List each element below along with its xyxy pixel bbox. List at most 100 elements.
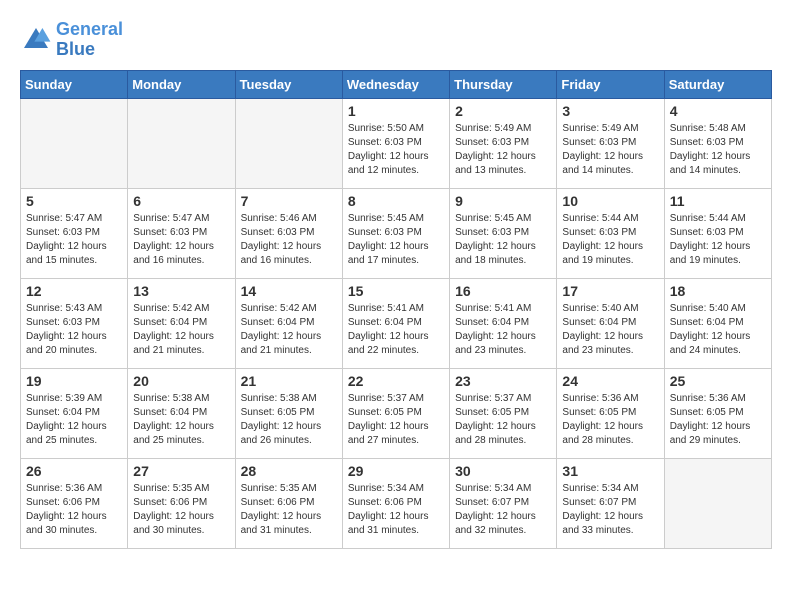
day-info: Sunrise: 5:42 AM Sunset: 6:04 PM Dayligh… <box>133 302 229 358</box>
day-number: 26 <box>26 463 122 479</box>
calendar-cell: 24Sunrise: 5:36 AM Sunset: 6:05 PM Dayli… <box>557 368 664 458</box>
weekday-header: Friday <box>557 70 664 98</box>
logo-icon <box>20 24 52 56</box>
calendar-week-row: 26 Sunrise: 5:36 AM Sunset: 6:06 PM Dayli… <box>21 458 772 548</box>
day-info: Sunrise: 5:41 AM Sunset: 6:04 PM Dayligh… <box>455 302 551 358</box>
calendar-cell: 3Sunrise: 5:49 AM Sunset: 6:03 PM Daylig… <box>557 98 664 188</box>
day-number: 14 <box>241 283 337 299</box>
day-info: Sunrise: 5:37 AM Sunset: 6:05 PM Dayligh… <box>348 392 444 448</box>
day-number: 31 <box>562 463 658 479</box>
day-number: 3 <box>562 103 658 119</box>
calendar-cell: 13 Sunrise: 5:42 AM Sunset: 6:04 PM Dayli… <box>128 278 235 368</box>
calendar-week-row: 19 Sunrise: 5:39 AM Sunset: 6:04 PM Dayli… <box>21 368 772 458</box>
calendar-cell: 22 Sunrise: 5:37 AM Sunset: 6:05 PM Dayli… <box>342 368 449 458</box>
day-number: 23 <box>455 373 551 389</box>
day-number: 2 <box>455 103 551 119</box>
day-info: Sunrise: 5:34 AM Sunset: 6:06 PM Dayligh… <box>348 482 444 538</box>
calendar-cell: 18 Sunrise: 5:40 AM Sunset: 6:04 PM Dayli… <box>664 278 771 368</box>
day-number: 17 <box>562 283 658 299</box>
page-header: GeneralBlue <box>20 20 772 60</box>
day-number: 22 <box>348 373 444 389</box>
day-info: Sunrise: 5:38 AM Sunset: 6:05 PM Dayligh… <box>241 392 337 448</box>
day-info: Sunrise: 5:49 AM Sunset: 6:03 PM Dayligh… <box>455 122 551 178</box>
day-info: Sunrise: 5:36 AM Sunset: 6:05 PM Dayligh… <box>670 392 766 448</box>
logo: GeneralBlue <box>20 20 123 60</box>
day-number: 27 <box>133 463 229 479</box>
day-number: 28 <box>241 463 337 479</box>
day-info: Sunrise: 5:43 AM Sunset: 6:03 PM Dayligh… <box>26 302 122 358</box>
calendar-week-row: 12Sunrise: 5:43 AM Sunset: 6:03 PM Dayli… <box>21 278 772 368</box>
day-number: 21 <box>241 373 337 389</box>
calendar-cell: 1Sunrise: 5:50 AM Sunset: 6:03 PM Daylig… <box>342 98 449 188</box>
day-info: Sunrise: 5:34 AM Sunset: 6:07 PM Dayligh… <box>562 482 658 538</box>
day-number: 20 <box>133 373 229 389</box>
day-number: 5 <box>26 193 122 209</box>
logo-text: GeneralBlue <box>56 20 123 60</box>
calendar-week-row: 1Sunrise: 5:50 AM Sunset: 6:03 PM Daylig… <box>21 98 772 188</box>
day-info: Sunrise: 5:36 AM Sunset: 6:05 PM Dayligh… <box>562 392 658 448</box>
calendar-cell: 25Sunrise: 5:36 AM Sunset: 6:05 PM Dayli… <box>664 368 771 458</box>
calendar-cell: 15 Sunrise: 5:41 AM Sunset: 6:04 PM Dayli… <box>342 278 449 368</box>
day-number: 19 <box>26 373 122 389</box>
day-info: Sunrise: 5:45 AM Sunset: 6:03 PM Dayligh… <box>348 212 444 268</box>
day-number: 13 <box>133 283 229 299</box>
day-number: 15 <box>348 283 444 299</box>
day-info: Sunrise: 5:40 AM Sunset: 6:04 PM Dayligh… <box>562 302 658 358</box>
calendar-cell: 31 Sunrise: 5:34 AM Sunset: 6:07 PM Dayli… <box>557 458 664 548</box>
calendar-cell: 7 Sunrise: 5:46 AM Sunset: 6:03 PM Daylig… <box>235 188 342 278</box>
calendar-cell: 16 Sunrise: 5:41 AM Sunset: 6:04 PM Dayli… <box>450 278 557 368</box>
weekday-header: Tuesday <box>235 70 342 98</box>
calendar-cell: 4Sunrise: 5:48 AM Sunset: 6:03 PM Daylig… <box>664 98 771 188</box>
calendar-cell <box>21 98 128 188</box>
day-info: Sunrise: 5:48 AM Sunset: 6:03 PM Dayligh… <box>670 122 766 178</box>
day-info: Sunrise: 5:36 AM Sunset: 6:06 PM Dayligh… <box>26 482 122 538</box>
calendar-cell <box>664 458 771 548</box>
calendar-cell: 29Sunrise: 5:34 AM Sunset: 6:06 PM Dayli… <box>342 458 449 548</box>
day-number: 10 <box>562 193 658 209</box>
day-info: Sunrise: 5:50 AM Sunset: 6:03 PM Dayligh… <box>348 122 444 178</box>
calendar-cell: 8 Sunrise: 5:45 AM Sunset: 6:03 PM Daylig… <box>342 188 449 278</box>
day-info: Sunrise: 5:39 AM Sunset: 6:04 PM Dayligh… <box>26 392 122 448</box>
day-number: 30 <box>455 463 551 479</box>
day-info: Sunrise: 5:45 AM Sunset: 6:03 PM Dayligh… <box>455 212 551 268</box>
day-info: Sunrise: 5:34 AM Sunset: 6:07 PM Dayligh… <box>455 482 551 538</box>
calendar-week-row: 5 Sunrise: 5:47 AM Sunset: 6:03 PM Daylig… <box>21 188 772 278</box>
day-info: Sunrise: 5:47 AM Sunset: 6:03 PM Dayligh… <box>26 212 122 268</box>
day-number: 11 <box>670 193 766 209</box>
day-info: Sunrise: 5:40 AM Sunset: 6:04 PM Dayligh… <box>670 302 766 358</box>
day-info: Sunrise: 5:47 AM Sunset: 6:03 PM Dayligh… <box>133 212 229 268</box>
calendar-cell: 5 Sunrise: 5:47 AM Sunset: 6:03 PM Daylig… <box>21 188 128 278</box>
calendar-cell: 14Sunrise: 5:42 AM Sunset: 6:04 PM Dayli… <box>235 278 342 368</box>
weekday-header: Saturday <box>664 70 771 98</box>
day-number: 6 <box>133 193 229 209</box>
day-number: 7 <box>241 193 337 209</box>
calendar-cell: 27 Sunrise: 5:35 AM Sunset: 6:06 PM Dayli… <box>128 458 235 548</box>
weekday-header-row: SundayMondayTuesdayWednesdayThursdayFrid… <box>21 70 772 98</box>
calendar-cell: 28 Sunrise: 5:35 AM Sunset: 6:06 PM Dayli… <box>235 458 342 548</box>
day-info: Sunrise: 5:44 AM Sunset: 6:03 PM Dayligh… <box>562 212 658 268</box>
calendar-cell: 2 Sunrise: 5:49 AM Sunset: 6:03 PM Daylig… <box>450 98 557 188</box>
calendar-cell: 11 Sunrise: 5:44 AM Sunset: 6:03 PM Dayli… <box>664 188 771 278</box>
calendar-cell <box>128 98 235 188</box>
day-number: 8 <box>348 193 444 209</box>
day-info: Sunrise: 5:35 AM Sunset: 6:06 PM Dayligh… <box>241 482 337 538</box>
calendar-cell: 23 Sunrise: 5:37 AM Sunset: 6:05 PM Dayli… <box>450 368 557 458</box>
weekday-header: Sunday <box>21 70 128 98</box>
day-number: 16 <box>455 283 551 299</box>
day-number: 9 <box>455 193 551 209</box>
day-number: 18 <box>670 283 766 299</box>
calendar-table: SundayMondayTuesdayWednesdayThursdayFrid… <box>20 70 772 549</box>
calendar-cell: 30 Sunrise: 5:34 AM Sunset: 6:07 PM Dayli… <box>450 458 557 548</box>
day-info: Sunrise: 5:41 AM Sunset: 6:04 PM Dayligh… <box>348 302 444 358</box>
calendar-cell: 6 Sunrise: 5:47 AM Sunset: 6:03 PM Daylig… <box>128 188 235 278</box>
calendar-cell: 17 Sunrise: 5:40 AM Sunset: 6:04 PM Dayli… <box>557 278 664 368</box>
calendar-cell: 20Sunrise: 5:38 AM Sunset: 6:04 PM Dayli… <box>128 368 235 458</box>
weekday-header: Monday <box>128 70 235 98</box>
day-info: Sunrise: 5:35 AM Sunset: 6:06 PM Dayligh… <box>133 482 229 538</box>
calendar-cell: 12Sunrise: 5:43 AM Sunset: 6:03 PM Dayli… <box>21 278 128 368</box>
calendar-cell <box>235 98 342 188</box>
day-info: Sunrise: 5:44 AM Sunset: 6:03 PM Dayligh… <box>670 212 766 268</box>
day-info: Sunrise: 5:37 AM Sunset: 6:05 PM Dayligh… <box>455 392 551 448</box>
day-info: Sunrise: 5:46 AM Sunset: 6:03 PM Dayligh… <box>241 212 337 268</box>
calendar-cell: 26 Sunrise: 5:36 AM Sunset: 6:06 PM Dayli… <box>21 458 128 548</box>
